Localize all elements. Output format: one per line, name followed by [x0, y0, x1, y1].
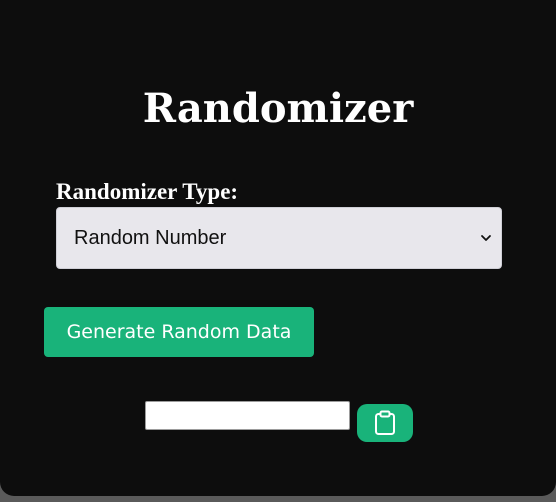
randomizer-card: Randomizer Randomizer Type: Random Numbe… — [0, 0, 556, 496]
generate-random-data-button[interactable]: Generate Random Data — [44, 307, 314, 357]
clipboard-icon — [375, 410, 395, 435]
randomizer-type-selected-value: Random Number — [74, 226, 227, 249]
chevron-down-icon — [481, 235, 491, 241]
randomizer-type-select[interactable]: Random Number — [56, 207, 502, 269]
copy-button[interactable] — [357, 404, 413, 442]
page-title: Randomizer — [142, 85, 414, 132]
random-output-field[interactable] — [145, 401, 350, 430]
randomizer-type-label: Randomizer Type: — [56, 179, 239, 204]
